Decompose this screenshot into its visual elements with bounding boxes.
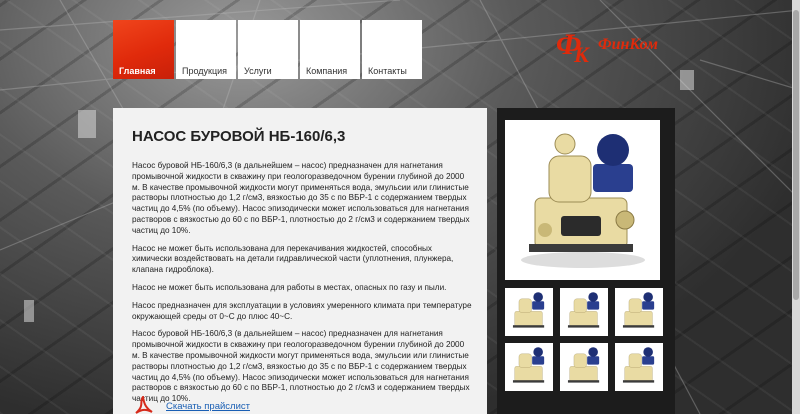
gallery-thumbnail[interactable] (505, 288, 553, 336)
gallery-thumbnail[interactable] (615, 288, 663, 336)
product-description: Насос буровой НБ-160/6,3 (в дальнейшем –… (132, 161, 472, 412)
pump-photo (512, 347, 545, 383)
nav-item-services[interactable]: Услуги (238, 20, 298, 79)
pdf-icon[interactable] (132, 396, 154, 414)
description-paragraph: Насос не может быть использована для пер… (132, 243, 454, 275)
nav-item-home[interactable]: Главная (113, 20, 174, 79)
pricelist-download: Скачать прайслист (132, 396, 250, 414)
pump-photo (512, 292, 545, 328)
gallery-thumbnail[interactable] (560, 288, 608, 336)
scrollbar-thumb[interactable] (793, 10, 799, 300)
nav-item-label: Главная (119, 66, 156, 76)
nav-item-label: Продукция (182, 66, 228, 76)
gallery-thumbnail[interactable] (615, 343, 663, 391)
nav-item-label: Услуги (244, 66, 272, 76)
description-paragraph: Насос не может быть использована для раб… (132, 282, 447, 292)
nav-item-label: Контакты (368, 66, 407, 76)
description-paragraph: Насос буровой НБ-160/6,3 (в дальнейшем –… (132, 329, 470, 404)
page-title: НАСОС БУРОВОЙ НБ-160/6,3 (132, 128, 346, 145)
company-logo[interactable]: Ф К ФинКом (554, 24, 678, 67)
pump-photo (521, 133, 645, 268)
pricelist-link[interactable]: Скачать прайслист (166, 401, 250, 412)
product-gallery (497, 108, 675, 414)
svg-text:К: К (573, 42, 590, 64)
gallery-thumbnail[interactable] (505, 343, 553, 391)
logo-mark-icon: Ф К (556, 28, 590, 67)
nav-item-company[interactable]: Компания (300, 20, 360, 79)
description-paragraph: Насос предназначен для эксплуатации в ус… (132, 300, 472, 321)
description-paragraph: Насос буровой НБ-160/6,3 (в дальнейшем –… (132, 161, 470, 235)
pump-photo (622, 292, 655, 328)
pump-photo (622, 347, 655, 383)
logo-text: ФинКом (598, 36, 658, 53)
pump-photo (567, 347, 600, 383)
pump-photo (567, 292, 600, 328)
nav-item-contacts[interactable]: Контакты (362, 20, 422, 79)
nav-item-label: Компания (306, 66, 348, 76)
pump-main-photo[interactable] (505, 120, 660, 280)
nav-item-products[interactable]: Продукция (176, 20, 236, 79)
main-navigation: Главная Продукция Услуги Компания Контак… (113, 20, 424, 79)
gallery-thumbnail[interactable] (560, 343, 608, 391)
page-scrollbar[interactable] (792, 0, 800, 414)
content-panel: НАСОС БУРОВОЙ НБ-160/6,3 Насос буровой Н… (113, 108, 487, 414)
